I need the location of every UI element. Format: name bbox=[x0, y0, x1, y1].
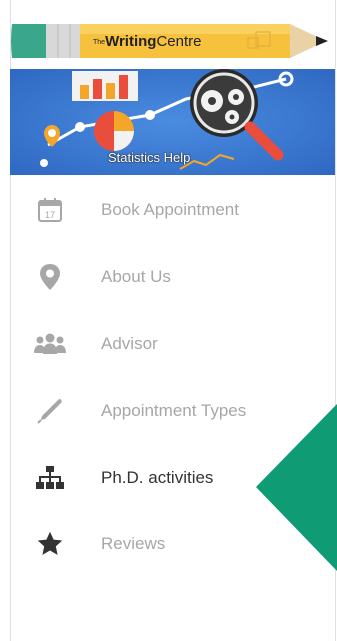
calendar-icon: 17 bbox=[30, 195, 70, 225]
menu-label-book-appointment: Book Appointment bbox=[101, 200, 239, 219]
menu-label-advisor: Advisor bbox=[101, 334, 158, 353]
calendar-day: 17 bbox=[45, 210, 55, 220]
pen-icon bbox=[30, 396, 70, 426]
menu-label-appointment-types: Appointment Types bbox=[101, 401, 247, 420]
star-icon bbox=[30, 529, 70, 559]
logo-wordmark: TheWritingCentre bbox=[93, 33, 201, 50]
map-pin-icon bbox=[30, 262, 70, 292]
menu-item-book-appointment[interactable]: 17 Book Appointment bbox=[30, 195, 320, 225]
logo-bold-text: Writing bbox=[105, 33, 157, 50]
active-indicator-arrow bbox=[256, 404, 337, 571]
users-icon bbox=[30, 329, 70, 359]
banner-caption: Statistics Help bbox=[108, 150, 191, 165]
menu-label-reviews: Reviews bbox=[101, 534, 166, 553]
menu-label-phd-activities: Ph.D. activities bbox=[101, 468, 214, 487]
logo-normal-text: Centre bbox=[156, 33, 202, 50]
sitemap-icon bbox=[30, 463, 70, 493]
menu-item-advisor[interactable]: Advisor bbox=[30, 329, 320, 359]
menu-label-about-us: About Us bbox=[101, 267, 171, 286]
sidebar: TheWritingCentre Statistics Help 17 Book… bbox=[0, 0, 337, 641]
logo-prefix: The bbox=[93, 38, 106, 46]
menu-item-about-us[interactable]: About Us bbox=[30, 262, 320, 292]
